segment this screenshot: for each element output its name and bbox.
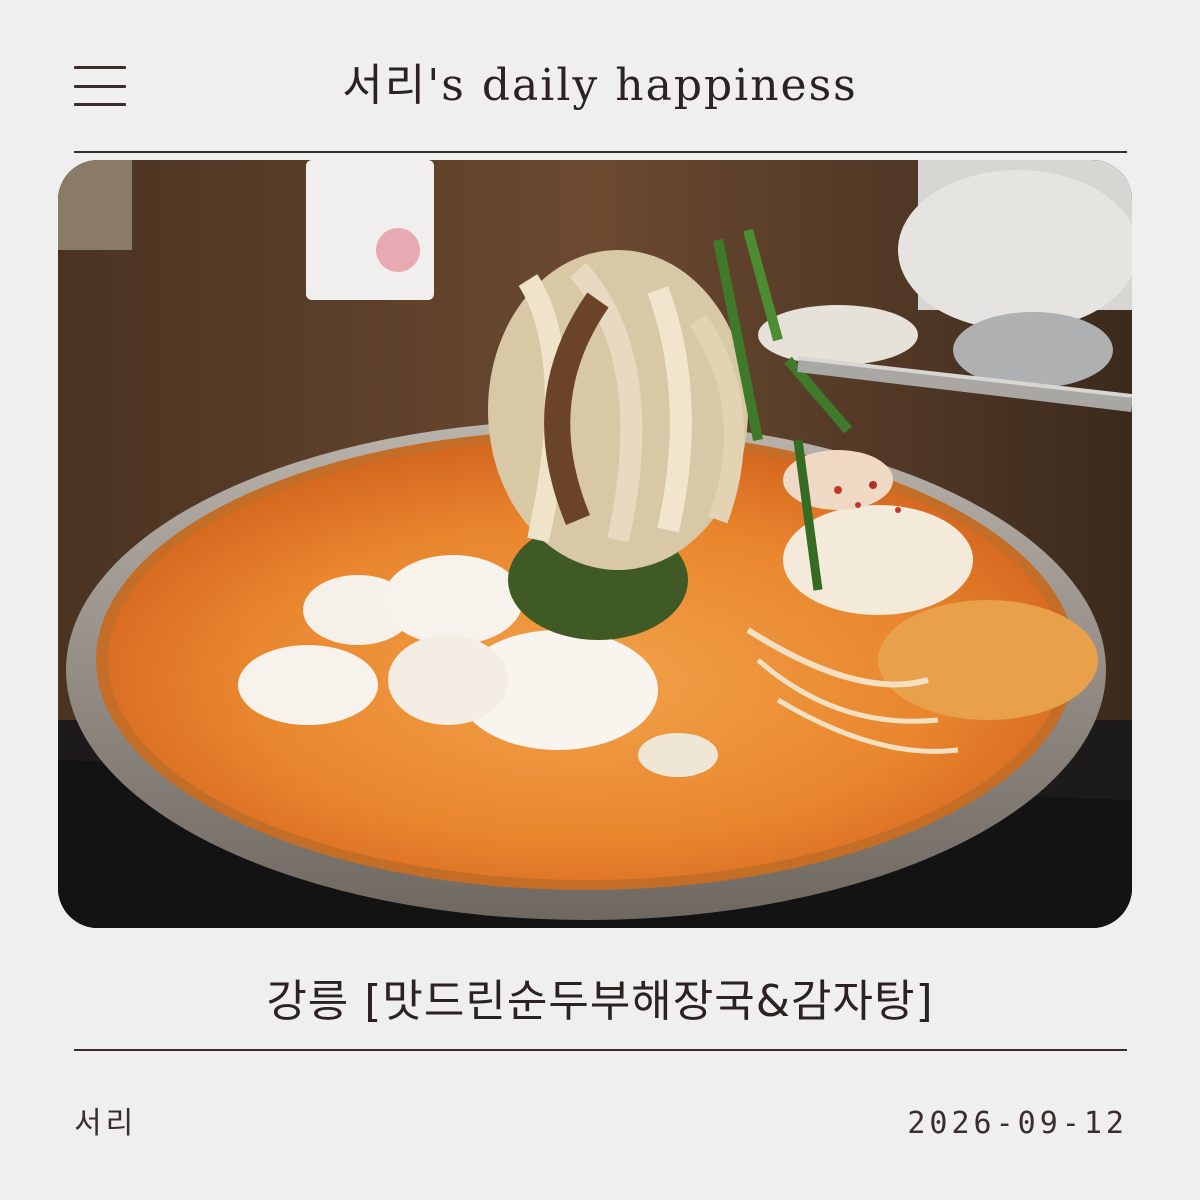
post-date: 2026-09-12 (907, 1106, 1128, 1141)
post-title[interactable]: 강릉 [맛드린순두부해장국&감자탕] (60, 972, 1140, 1032)
site-title[interactable]: 서리's daily happiness (200, 58, 1000, 114)
author-name: 서리 (74, 1106, 138, 1141)
menu-bar (74, 66, 126, 69)
menu-bar (74, 84, 126, 88)
footer-divider (74, 1049, 1127, 1051)
header-divider (74, 151, 1127, 153)
food-photo (58, 160, 1132, 928)
hamburger-menu-icon[interactable] (74, 66, 126, 106)
menu-bar (74, 103, 126, 106)
